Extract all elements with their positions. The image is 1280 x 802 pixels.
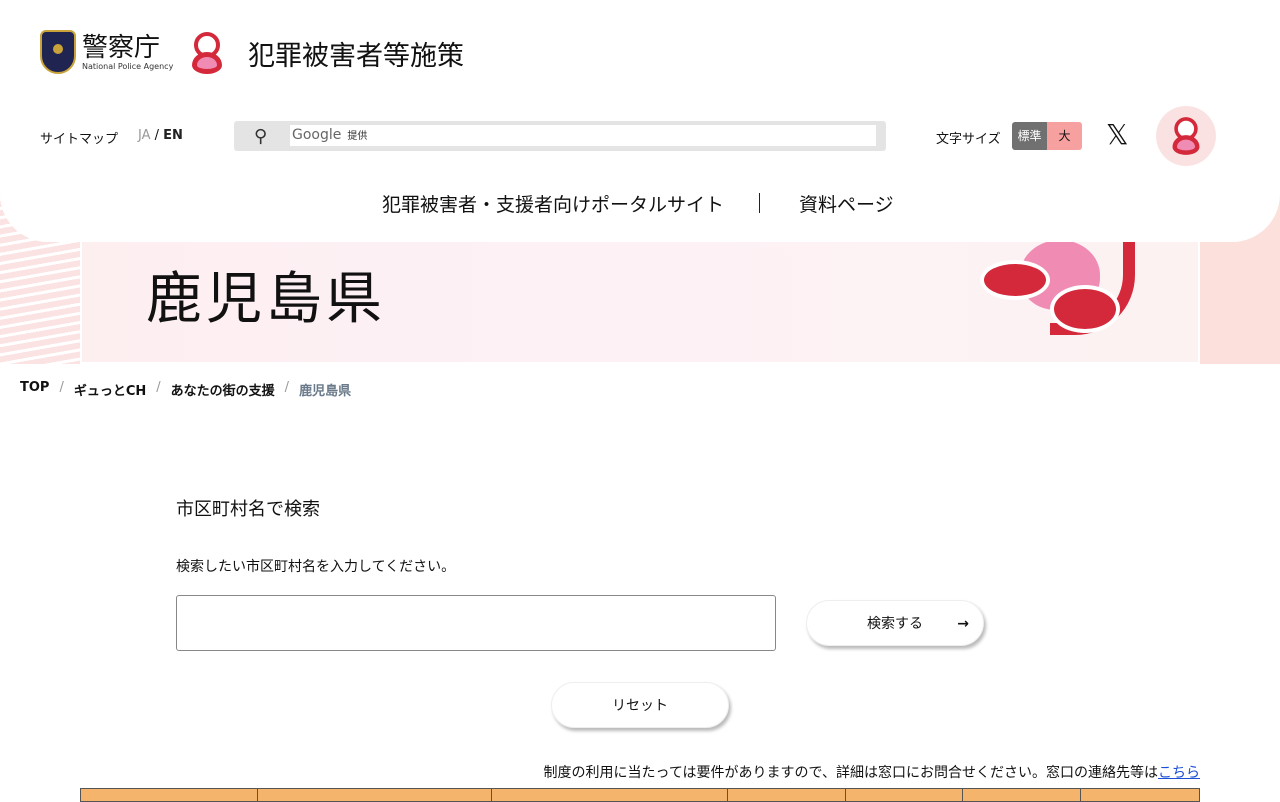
breadcrumb-top[interactable]: TOP [20, 380, 49, 399]
x-twitter-icon[interactable]: 𝕏 [1106, 120, 1129, 150]
font-size-label: 文字サイズ [936, 132, 1001, 147]
mascot-icon [1164, 114, 1209, 159]
breadcrumb-gyutto-ch[interactable]: ギュっとCH [74, 380, 146, 399]
npa-title: 警察庁 [82, 32, 161, 63]
mascot-avatar-button[interactable] [1156, 106, 1216, 166]
municipality-search-input[interactable] [176, 595, 776, 651]
search-provider: Google [292, 127, 342, 143]
npa-logo[interactable]: 警察庁 National Police Agency [40, 30, 173, 74]
table-header-cell [846, 789, 964, 801]
mascot-illustration [980, 230, 1140, 340]
search-input[interactable]: Google 提供 [290, 125, 876, 146]
reset-button[interactable]: リセット [551, 682, 729, 728]
lang-separator: / [154, 128, 160, 143]
npa-subtitle: National Police Agency [82, 61, 174, 71]
usage-note: 制度の利用に当たっては要件がありますので、詳細は窓口にお問合せください。窓口の連… [544, 762, 1200, 782]
lang-ja-link[interactable]: JA [138, 128, 151, 143]
font-standard-button[interactable]: 標準 [1012, 122, 1047, 150]
site-header: 警察庁 National Police Agency 犯罪被害者等施策 サイトマ… [0, 0, 1280, 242]
font-size-toggle: 標準 大 [1012, 122, 1082, 150]
breadcrumb-local-support[interactable]: あなたの街の支援 [171, 380, 275, 399]
table-header-cell [81, 789, 258, 801]
breadcrumb: TOP / ギュっとCH / あなたの街の支援 / 鹿児島県 [20, 380, 352, 399]
search-button[interactable]: 検索する → [806, 600, 984, 646]
police-emblem-icon [40, 30, 76, 74]
language-switch: JA / EN [138, 128, 183, 143]
nav-divider [759, 193, 760, 213]
table-header-cell [258, 789, 493, 801]
site-title[interactable]: 犯罪被害者等施策 [248, 34, 464, 73]
table-header-cell [963, 789, 1082, 801]
search-hint: 検索したい市区町村名を入力してください。 [176, 559, 456, 575]
mascot-logo-icon[interactable] [182, 28, 232, 78]
usage-note-text: 制度の利用に当たっては要件がありますので、詳細は窓口にお問合せください。窓口の連… [543, 765, 1158, 781]
site-search: ⚲ Google 提供 [234, 121, 886, 151]
nav-portal-site[interactable]: 犯罪被害者・支援者向けポータルサイト [382, 190, 724, 217]
search-icon[interactable]: ⚲ [254, 126, 267, 147]
arrow-right-icon: → [957, 616, 969, 632]
lang-en-link[interactable]: EN [163, 128, 183, 143]
sitemap-link[interactable]: サイトマップ [40, 128, 118, 147]
page-title: 鹿児島県 [146, 267, 386, 332]
search-button-label: 検索する [867, 616, 923, 632]
table-header-cell [728, 789, 846, 801]
nav-documents[interactable]: 資料ページ [799, 190, 894, 217]
font-large-button[interactable]: 大 [1047, 122, 1082, 150]
breadcrumb-current: 鹿児島県 [299, 384, 352, 399]
table-header-cell [1081, 789, 1199, 801]
contact-link[interactable]: こちら [1158, 765, 1200, 781]
search-provided-label: 提供 [347, 131, 368, 142]
search-heading: 市区町村名で検索 [176, 499, 320, 520]
table-header-cell [492, 789, 728, 801]
